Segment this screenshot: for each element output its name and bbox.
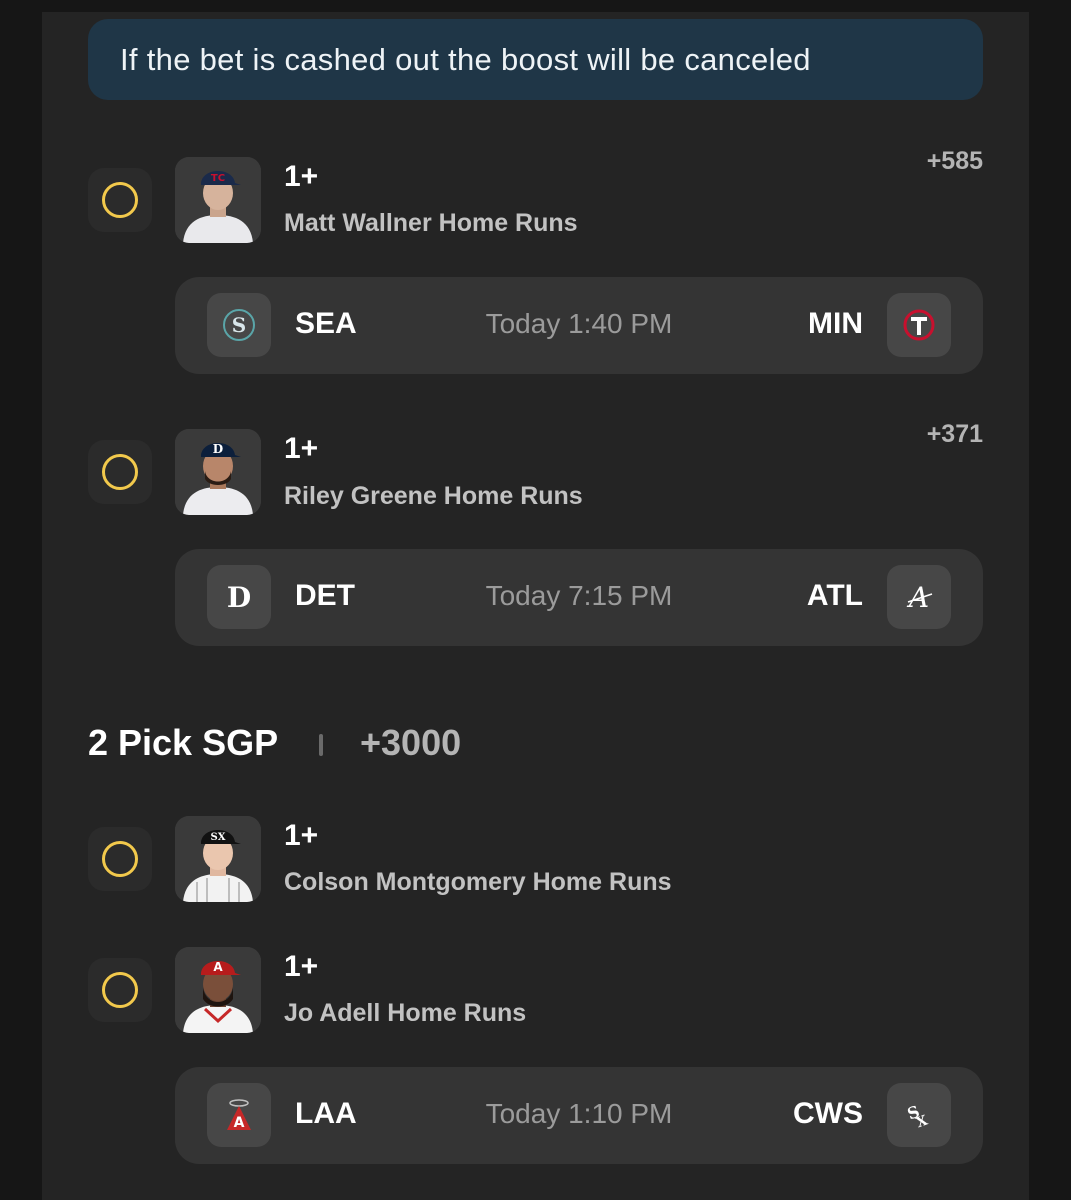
player-avatar: D: [175, 429, 261, 515]
radio-circle-icon: [102, 972, 138, 1008]
pick-select-radio[interactable]: [88, 168, 152, 232]
pick-select-radio[interactable]: [88, 958, 152, 1022]
radio-circle-icon: [102, 454, 138, 490]
pick-quantity: 1+: [284, 432, 319, 465]
sgp-divider: [319, 734, 323, 756]
pick-select-radio[interactable]: [88, 440, 152, 504]
home-team: MIN: [808, 307, 863, 340]
sgp-odds: +3000: [360, 722, 462, 763]
game-matchup-card[interactable]: S SEA Today 1:40 PM MIN: [175, 277, 983, 374]
player-avatar: TC: [175, 157, 261, 243]
player-avatar: SX: [175, 816, 261, 902]
home-team: CWS: [793, 1097, 863, 1130]
pick-odds: +371: [926, 420, 983, 448]
svg-text:A: A: [213, 960, 223, 974]
braves-logo-icon: A: [887, 565, 951, 629]
radio-circle-icon: [102, 841, 138, 877]
pick-odds: +585: [926, 147, 983, 175]
svg-text:TC: TC: [211, 173, 225, 184]
pick-quantity: 1+: [284, 950, 319, 983]
sgp-title: 2 Pick SGP: [88, 722, 279, 763]
pick-quantity: 1+: [284, 819, 319, 852]
pick-market: Jo Adell Home Runs: [284, 999, 527, 1027]
white-sox-logo-icon: SX: [887, 1083, 951, 1147]
boost-warning-text: If the bet is cashed out the boost will …: [120, 41, 811, 77]
pick-market: Riley Greene Home Runs: [284, 482, 583, 510]
game-matchup-card[interactable]: D DET Today 7:15 PM ATL A: [175, 549, 983, 646]
home-team: ATL: [806, 579, 863, 612]
svg-text:X: X: [914, 1113, 930, 1132]
game-matchup-card[interactable]: A LAA Today 1:10 PM CWS SX: [175, 1067, 983, 1164]
pick-market: Colson Montgomery Home Runs: [284, 868, 672, 896]
boost-warning-banner: If the bet is cashed out the boost will …: [88, 19, 983, 100]
pick-quantity: 1+: [284, 160, 319, 193]
radio-circle-icon: [102, 182, 138, 218]
svg-text:A: A: [906, 581, 929, 614]
twins-logo-icon: [887, 293, 951, 357]
pick-select-radio[interactable]: [88, 827, 152, 891]
pick-market: Matt Wallner Home Runs: [284, 209, 578, 237]
player-avatar: A: [175, 947, 261, 1033]
svg-text:D: D: [213, 442, 223, 456]
svg-text:SX: SX: [211, 832, 226, 843]
